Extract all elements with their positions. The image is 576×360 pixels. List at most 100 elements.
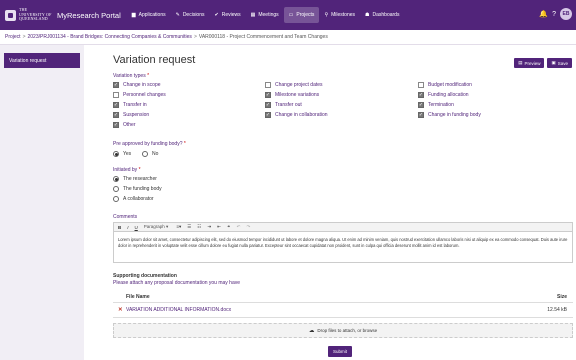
submit-button[interactable]: Submit xyxy=(328,346,353,357)
radio-button[interactable] xyxy=(142,151,148,157)
checkbox-milestone-variations[interactable]: ✓ Milestone variations xyxy=(265,92,319,98)
checkbox-box[interactable]: ✓ xyxy=(265,92,271,98)
user-tools: 🔔 ? EB xyxy=(539,8,572,20)
align-button[interactable]: ≡▾ xyxy=(176,224,181,230)
checkbox-box[interactable]: ✓ xyxy=(418,102,424,108)
nav-decisions[interactable]: ✎ Decisions xyxy=(171,7,210,23)
checkbox-label: Funding allocation xyxy=(428,92,469,98)
paragraph-select-label: Paragraph xyxy=(143,224,165,229)
save-button[interactable]: ▣ Save xyxy=(547,58,572,68)
checkbox-other[interactable]: ✓ Other xyxy=(113,122,136,128)
radio-button[interactable] xyxy=(113,196,119,202)
checkbox-suspension[interactable]: ✓ Suspension xyxy=(113,112,149,118)
checkbox-box[interactable]: ✓ xyxy=(418,112,424,118)
checkbox-box[interactable]: ✓ xyxy=(113,112,119,118)
crest-icon xyxy=(5,9,16,21)
preview-button[interactable]: ▤ Preview xyxy=(514,58,545,68)
table-row: ✕ VARIATION ADDITIONAL INFORMATION.docx … xyxy=(113,303,573,318)
checkbox-transfer-out[interactable]: ✓ Transfer out xyxy=(265,102,302,108)
nav-label: Decisions xyxy=(182,12,205,18)
radio-button[interactable] xyxy=(113,176,119,182)
file-table-header: File Name Size xyxy=(113,291,573,303)
checkbox-change-project-dates[interactable]: Change project dates xyxy=(265,82,323,88)
radio-the-funding-body[interactable]: The funding body xyxy=(113,186,162,192)
numbered-list-icon[interactable]: ☷ xyxy=(197,224,201,230)
radio-the-researcher[interactable]: The researcher xyxy=(113,176,157,182)
radio-button[interactable] xyxy=(113,151,119,157)
nav-label: Reviews xyxy=(221,12,241,18)
radio-no[interactable]: No xyxy=(142,151,158,157)
underline-button[interactable]: U xyxy=(135,225,138,230)
required-marker: * xyxy=(183,141,186,147)
bold-button[interactable]: B xyxy=(118,225,121,230)
comments-text[interactable]: Lorem ipsum dolor sit amet, consectetur … xyxy=(114,232,572,255)
checkbox-box[interactable]: ✓ xyxy=(265,112,271,118)
top-navigation-bar: The University of Queensland MyResearch … xyxy=(0,0,576,30)
checkbox-box[interactable]: ✓ xyxy=(418,92,424,98)
radio-a-collaborator[interactable]: A collaborator xyxy=(113,196,154,202)
avatar[interactable]: EB xyxy=(560,8,572,20)
help-icon[interactable]: ? xyxy=(552,11,556,18)
breadcrumb-separator: > xyxy=(193,34,197,40)
meetings-icon: ▦ xyxy=(250,12,256,18)
checkbox-transfer-in[interactable]: ✓ Transfer in xyxy=(113,102,147,108)
reviews-icon: ✔ xyxy=(214,12,219,18)
column-header-file-name[interactable]: File Name xyxy=(126,294,150,300)
file-dropzone[interactable]: ☁ Drop files to attach, or browse xyxy=(113,323,573,338)
nav-label: Projects xyxy=(296,12,315,18)
delete-icon[interactable]: ✕ xyxy=(118,307,123,313)
radio-yes[interactable]: Yes xyxy=(113,151,131,157)
checkbox-label: Transfer out xyxy=(275,102,302,108)
nav-applications[interactable]: ▆ Applications xyxy=(127,7,171,23)
italic-button[interactable]: I xyxy=(127,225,128,230)
checkbox-change-in-scope[interactable]: ✓ Change in scope xyxy=(113,82,161,88)
checkbox-termination[interactable]: ✓ Termination xyxy=(418,102,454,108)
required-marker: * xyxy=(138,167,141,173)
applications-icon: ▆ xyxy=(131,12,136,18)
radio-label: Yes xyxy=(123,151,132,157)
initiated-by-label: Initiated by * xyxy=(113,167,141,173)
nav-projects[interactable]: ▭ Projects xyxy=(283,7,320,23)
checkbox-budget-modification[interactable]: Budget modification xyxy=(418,82,472,88)
sidebar-item-variation-request[interactable]: Variation request xyxy=(4,53,80,68)
portal-title[interactable]: MyResearch Portal xyxy=(57,11,121,20)
checkbox-box[interactable] xyxy=(265,82,271,88)
university-logo[interactable]: The University of Queensland xyxy=(5,7,53,22)
link-icon[interactable]: ⚭ xyxy=(227,224,231,230)
checkbox-box[interactable]: ✓ xyxy=(265,102,271,108)
chevron-down-icon: ▾ xyxy=(178,224,182,229)
checkbox-label: Budget modification xyxy=(428,82,472,88)
outdent-icon[interactable]: ⇤ xyxy=(217,224,221,230)
nav-meetings[interactable]: ▦ Meetings xyxy=(246,7,284,23)
nav-label: Dashboards xyxy=(372,12,400,18)
redo-icon[interactable]: ↷ xyxy=(246,224,250,230)
editor-toolbar: B I U Paragraph ▾ ≡▾ ☰ ☷ ⇥ ⇤ ⚭ ↶ ↷ xyxy=(114,223,572,232)
file-link[interactable]: VARIATION ADDITIONAL INFORMATION.docx xyxy=(126,307,231,313)
pre-approved-text: Pre approved by funding body? xyxy=(113,141,183,147)
checkbox-personnel-changes[interactable]: Personnel changes xyxy=(113,92,166,98)
breadcrumb-project-id[interactable]: 2023/PRJ001134 - Brand Bridges: Connecti… xyxy=(27,34,191,40)
checkbox-label: Termination xyxy=(428,102,454,108)
checkbox-box[interactable] xyxy=(418,82,424,88)
checkbox-box[interactable]: ✓ xyxy=(113,82,119,88)
indent-icon[interactable]: ⇥ xyxy=(207,224,211,230)
checkbox-label: Milestone variations xyxy=(275,92,320,98)
undo-icon[interactable]: ↶ xyxy=(237,224,241,230)
checkbox-change-in-collaboration[interactable]: ✓ Change in collaboration xyxy=(265,112,328,118)
checkbox-funding-allocation[interactable]: ✓ Funding allocation xyxy=(418,92,469,98)
column-header-size[interactable]: Size xyxy=(557,294,567,300)
nav-milestones[interactable]: ⚲ Milestones xyxy=(319,7,360,23)
radio-button[interactable] xyxy=(113,186,119,192)
pre-approved-label: Pre approved by funding body? * xyxy=(113,141,186,147)
breadcrumb-project[interactable]: Project xyxy=(5,34,21,40)
bullet-list-icon[interactable]: ☰ xyxy=(187,224,191,230)
paragraph-select[interactable]: Paragraph ▾ xyxy=(144,224,169,230)
bell-icon[interactable]: 🔔 xyxy=(539,10,548,18)
checkbox-change-in-funding-body[interactable]: ✓ Change in funding body xyxy=(418,112,481,118)
nav-dashboards[interactable]: ☗ Dashboards xyxy=(360,7,404,23)
checkbox-box[interactable]: ✓ xyxy=(113,122,119,128)
checkbox-label: Change in funding body xyxy=(428,112,481,118)
checkbox-box[interactable] xyxy=(113,92,119,98)
nav-reviews[interactable]: ✔ Reviews xyxy=(210,7,246,23)
checkbox-box[interactable]: ✓ xyxy=(113,102,119,108)
